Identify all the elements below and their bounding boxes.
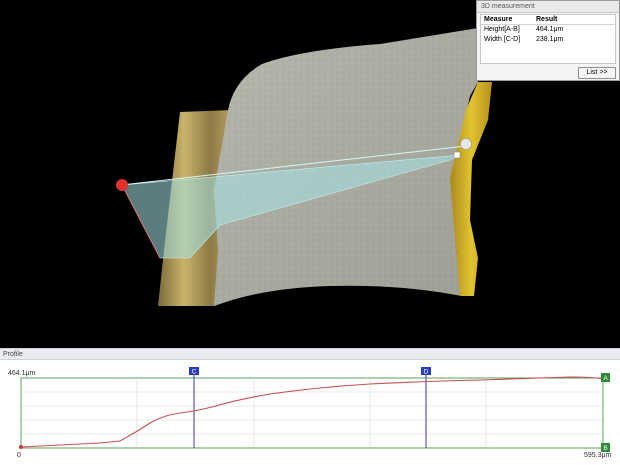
marker-a-label: A bbox=[603, 375, 608, 382]
measure-result: 464.1μm bbox=[536, 26, 564, 33]
measure-result: 238.1μm bbox=[536, 36, 564, 43]
column-header-measure: Measure bbox=[481, 15, 533, 25]
table-row[interactable]: Width [C-D] 238.1μm bbox=[481, 35, 615, 45]
x-max-label: 595.3μm bbox=[584, 452, 612, 459]
cursor-d-label: D bbox=[424, 369, 429, 376]
profile-origin-point bbox=[19, 445, 23, 449]
point-b-marker[interactable] bbox=[460, 138, 472, 150]
profile-panel: Profile C D A B 464.1μm 0 595.3μm bbox=[0, 348, 620, 465]
x-min-label: 0 bbox=[17, 452, 21, 459]
measure-name: Width [C-D] bbox=[484, 36, 521, 43]
point-a-marker[interactable] bbox=[116, 179, 128, 191]
column-header-result: Result bbox=[533, 15, 615, 25]
y-max-label: 464.1μm bbox=[8, 370, 36, 377]
cursor-c-label: C bbox=[192, 369, 197, 376]
measurement-panel: 3D measurement Measure Result Height[A-B… bbox=[476, 0, 620, 81]
point-handle[interactable] bbox=[453, 151, 461, 159]
table-row[interactable]: Height[A-B] 464.1μm bbox=[481, 25, 615, 36]
panel-title: 3D measurement bbox=[477, 1, 619, 13]
results-table: Measure Result Height[A-B] 464.1μm Width… bbox=[480, 14, 616, 64]
measure-name: Height[A-B] bbox=[484, 26, 520, 33]
marker-b-label: B bbox=[603, 445, 607, 452]
list-button[interactable]: List >> bbox=[578, 67, 616, 79]
